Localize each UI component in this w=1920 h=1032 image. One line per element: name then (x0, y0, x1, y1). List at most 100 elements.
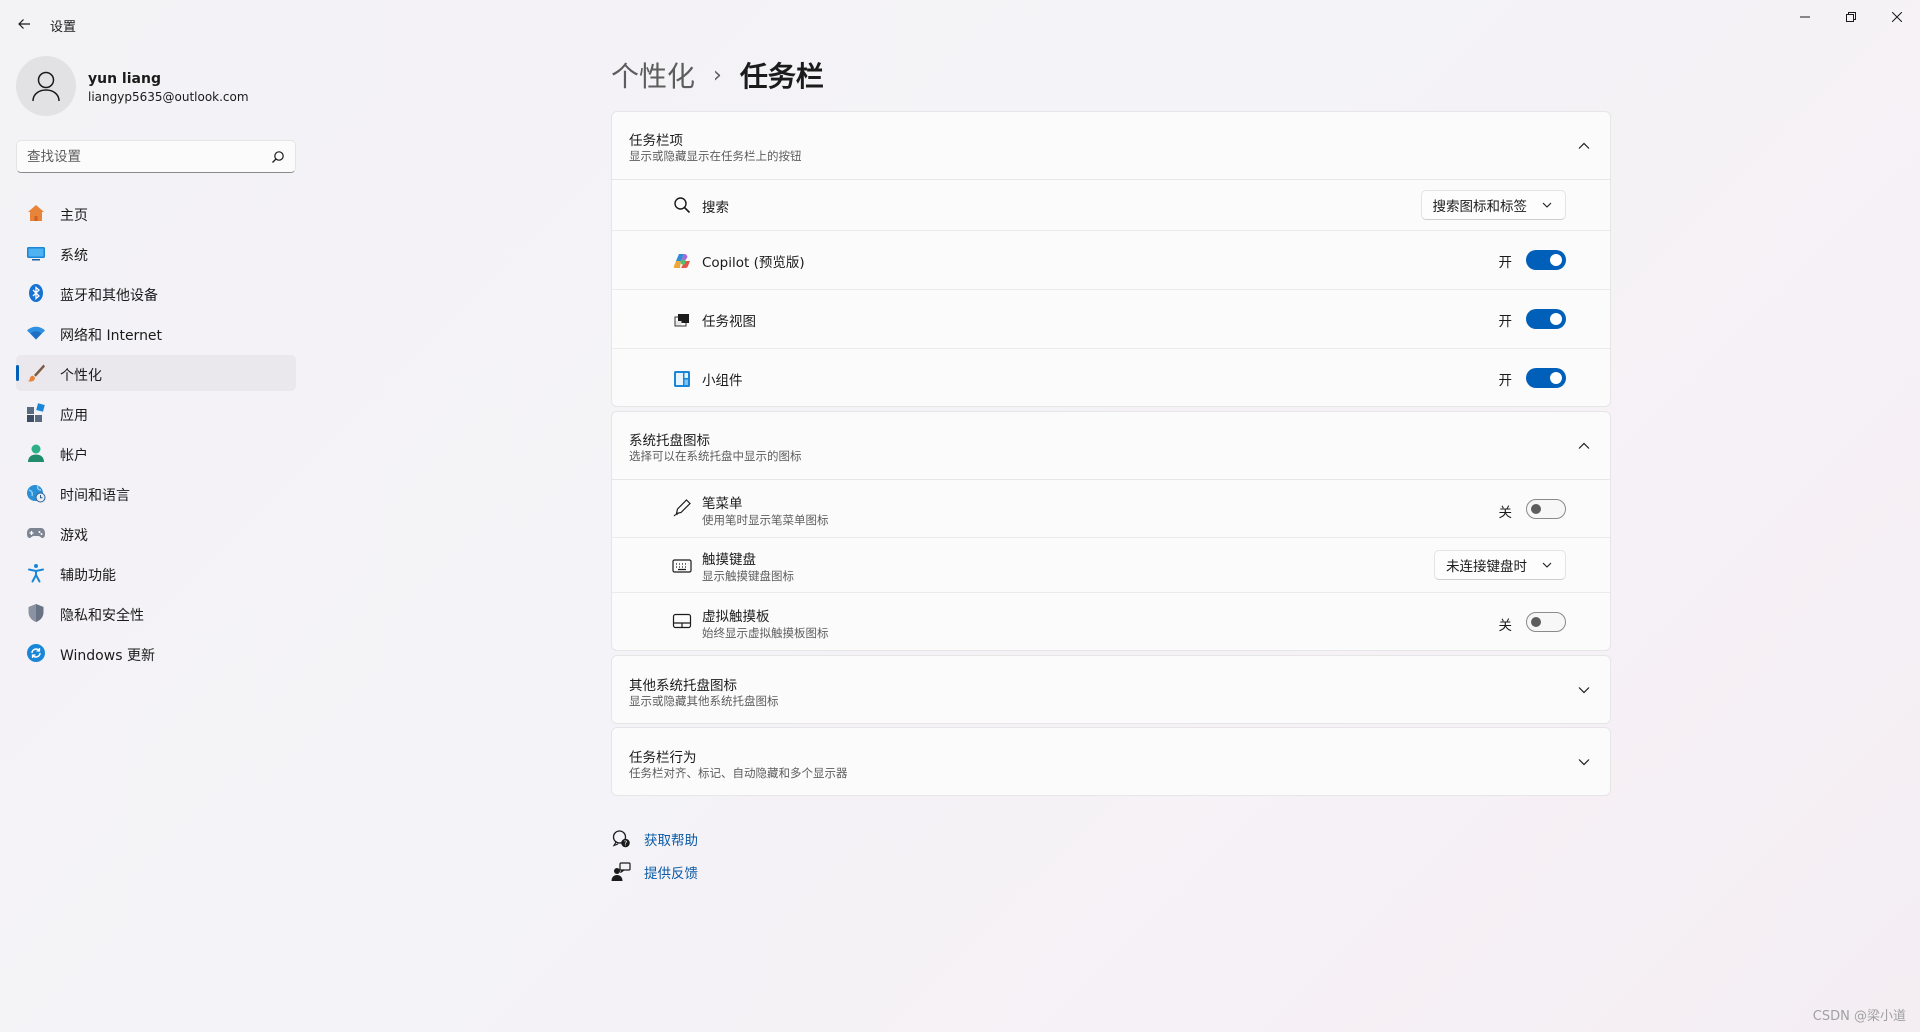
row-label: 搜索 (702, 200, 729, 216)
pen-icon (672, 498, 692, 518)
pen-menu-toggle[interactable] (1526, 499, 1566, 519)
row-label: 触摸键盘 (702, 552, 756, 568)
sidebar-item-accessibility[interactable]: 辅助功能 (16, 555, 296, 591)
sidebar-item-label: 应用 (60, 408, 88, 424)
copilot-toggle[interactable] (1526, 250, 1566, 270)
copilot-row: Copilot (预览版) 开 (612, 231, 1610, 290)
minimize-button[interactable] (1782, 4, 1828, 30)
chevron-up-icon (1578, 142, 1590, 149)
sidebar-item-bluetooth[interactable]: 蓝牙和其他设备 (16, 275, 296, 311)
toggle-state-label: 关 (1498, 618, 1513, 634)
dropdown-value: 搜索图标和标签 (1432, 199, 1528, 215)
group-subtitle: 显示或隐藏其他系统托盘图标 (629, 694, 779, 708)
restore-icon (1846, 12, 1856, 22)
back-arrow-icon (18, 19, 30, 29)
search-input[interactable] (27, 147, 257, 167)
sidebar-item-time-language[interactable]: 时间和语言 (16, 475, 296, 511)
close-button[interactable] (1874, 4, 1920, 30)
sidebar-item-network[interactable]: 网络和 Internet (16, 315, 296, 351)
task-view-toggle[interactable] (1526, 309, 1566, 329)
toggle-state-label: 开 (1498, 255, 1513, 271)
minimize-icon (1800, 16, 1810, 18)
dropdown-value: 未连接键盘时 (1446, 559, 1527, 575)
sidebar-item-privacy[interactable]: 隐私和安全性 (16, 595, 296, 631)
get-help-link[interactable]: ? 获取帮助 (611, 828, 698, 850)
svg-text:?: ? (624, 840, 628, 848)
sidebar-item-label: 辅助功能 (60, 568, 116, 584)
group-title: 任务栏项 (629, 133, 683, 149)
sidebar-item-label: Windows 更新 (60, 648, 155, 664)
other-tray-icons-group[interactable]: 其他系统托盘图标 显示或隐藏其他系统托盘图标 (611, 655, 1611, 724)
tray-icons-header[interactable]: 系统托盘图标 选择可以在系统托盘中显示的图标 (612, 412, 1610, 480)
breadcrumb: 个性化 › 任务栏 (611, 52, 824, 98)
other-tray-icons-header[interactable]: 其他系统托盘图标 显示或隐藏其他系统托盘图标 (612, 656, 1610, 723)
pen-menu-row: 笔菜单 使用笔时显示笔菜单图标 关 (612, 480, 1610, 538)
widgets-toggle[interactable] (1526, 368, 1566, 388)
maximize-button[interactable] (1828, 4, 1874, 30)
watermark: CSDN @梁小道 (1812, 1009, 1906, 1024)
avatar (16, 56, 76, 116)
chevron-down-icon (1542, 202, 1552, 208)
row-label: 小组件 (702, 373, 743, 389)
brush-icon (26, 363, 46, 383)
row-label: 虚拟触摸板 (702, 609, 770, 625)
virtual-touchpad-toggle[interactable] (1526, 612, 1566, 632)
sidebar-item-home[interactable]: 主页 (16, 195, 296, 231)
person-icon (32, 71, 60, 102)
wifi-icon (26, 323, 46, 343)
toggle-state-label: 开 (1498, 373, 1513, 389)
sidebar-item-label: 隐私和安全性 (60, 608, 144, 624)
taskbar-behaviors-header[interactable]: 任务栏行为 任务栏对齐、标记、自动隐藏和多个显示器 (612, 728, 1610, 795)
sidebar-item-system[interactable]: 系统 (16, 235, 296, 271)
user-profile[interactable]: yun liang liangyp5635@outlook.com (16, 56, 306, 120)
back-button[interactable] (12, 12, 36, 36)
breadcrumb-parent[interactable]: 个性化 (611, 55, 695, 95)
user-name: yun liang (88, 71, 161, 87)
virtual-touchpad-row: 虚拟触摸板 始终显示虚拟触摸板图标 关 (612, 593, 1610, 650)
shield-icon (26, 603, 46, 623)
copilot-icon (672, 251, 692, 271)
sidebar-item-label: 时间和语言 (60, 488, 130, 504)
widgets-icon (672, 369, 692, 389)
sidebar-item-apps[interactable]: 应用 (16, 395, 296, 431)
search-icon (272, 151, 284, 163)
row-sublabel: 始终显示虚拟触摸板图标 (702, 626, 829, 640)
group-title: 任务栏行为 (629, 750, 697, 766)
get-help-label: 获取帮助 (644, 833, 698, 849)
group-subtitle: 选择可以在系统托盘中显示的图标 (629, 449, 802, 463)
taskbar-behaviors-group[interactable]: 任务栏行为 任务栏对齐、标记、自动隐藏和多个显示器 (611, 727, 1611, 796)
task-view-icon (672, 310, 692, 330)
help-chat-icon: ? (611, 829, 631, 849)
update-icon (26, 643, 46, 663)
user-email: liangyp5635@outlook.com (88, 90, 249, 104)
settings-search[interactable] (16, 140, 296, 173)
sidebar-item-label: 网络和 Internet (60, 328, 163, 344)
group-subtitle: 任务栏对齐、标记、自动隐藏和多个显示器 (629, 766, 848, 780)
sidebar-item-label: 帐户 (60, 448, 88, 464)
task-view-row: 任务视图 开 (612, 290, 1610, 349)
chevron-down-icon (1578, 687, 1590, 694)
app-title: 设置 (50, 20, 77, 35)
sidebar-item-label: 系统 (60, 248, 88, 264)
home-icon (26, 203, 46, 223)
touch-keyboard-dropdown[interactable]: 未连接键盘时 (1434, 550, 1566, 580)
search-mode-dropdown[interactable]: 搜索图标和标签 (1420, 190, 1566, 220)
keyboard-icon (672, 556, 692, 576)
widgets-row: 小组件 开 (612, 349, 1610, 406)
give-feedback-label: 提供反馈 (644, 866, 698, 882)
chevron-down-icon (1578, 759, 1590, 766)
sidebar-item-windows-update[interactable]: Windows 更新 (16, 635, 296, 671)
sidebar-item-gaming[interactable]: 游戏 (16, 515, 296, 551)
taskbar-items-header[interactable]: 任务栏项 显示或隐藏显示在任务栏上的按钮 (612, 112, 1610, 180)
give-feedback-link[interactable]: 提供反馈 (611, 861, 698, 883)
sidebar-item-accounts[interactable]: 帐户 (16, 435, 296, 471)
sidebar-item-personalization[interactable]: 个性化 (16, 355, 296, 391)
gamepad-icon (26, 523, 46, 543)
sidebar-item-label: 个性化 (60, 368, 102, 384)
touchpad-icon (672, 611, 692, 631)
bluetooth-icon (26, 283, 46, 303)
search-icon (672, 195, 692, 215)
apps-icon (26, 403, 46, 423)
toggle-state-label: 关 (1498, 505, 1513, 521)
group-subtitle: 显示或隐藏显示在任务栏上的按钮 (629, 149, 802, 163)
